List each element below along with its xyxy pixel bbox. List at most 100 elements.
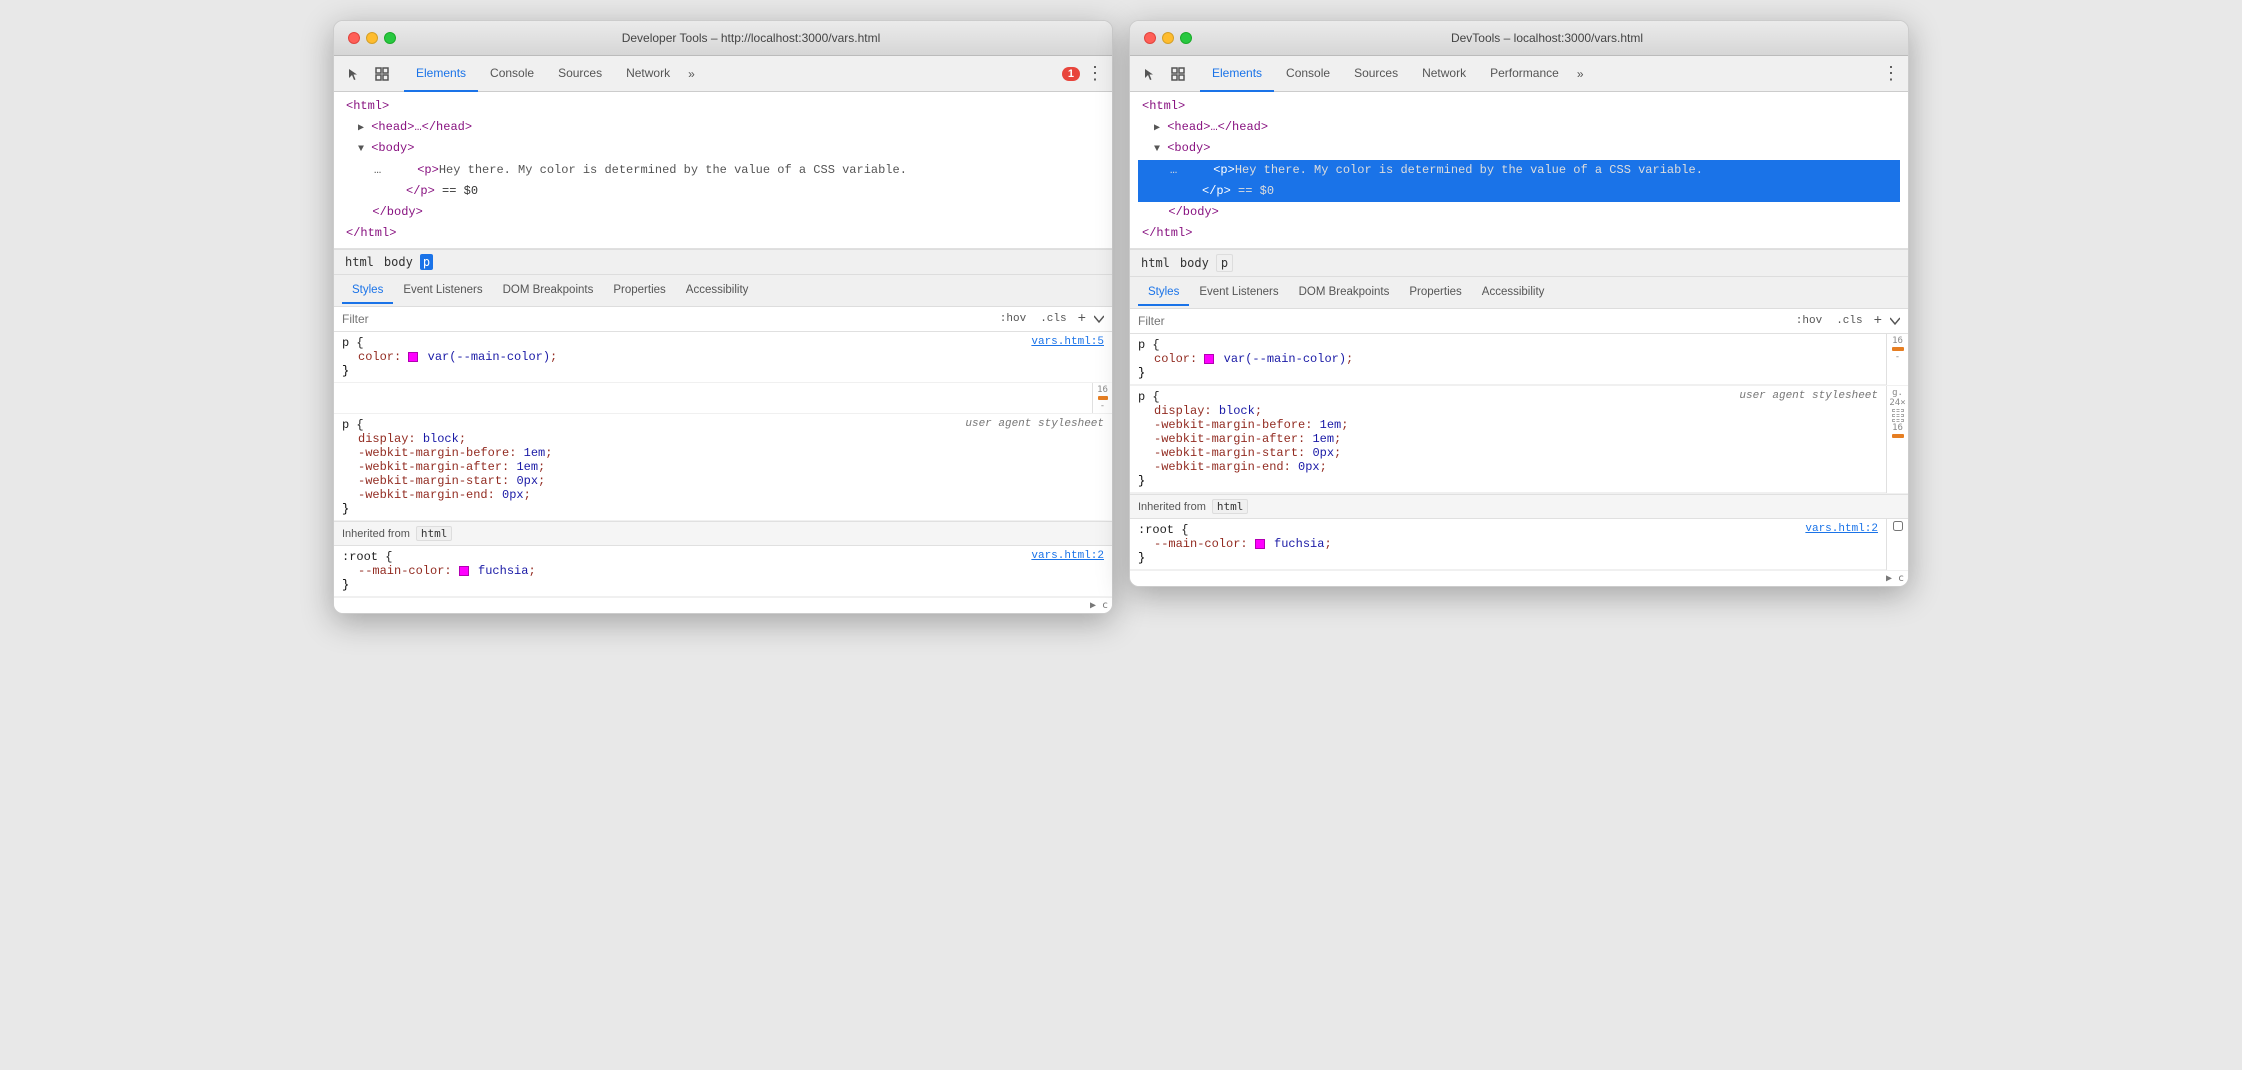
cursor-icon-2[interactable] [1138, 62, 1162, 86]
rule-2-prop-display-w2[interactable]: display: block; [1154, 404, 1756, 418]
rule-2-prop-margin-after[interactable]: -webkit-margin-after: 1em; [358, 460, 982, 474]
sub-tab-properties-2[interactable]: Properties [1399, 280, 1471, 306]
hov-button-2[interactable]: :hov [1793, 314, 1825, 328]
breadcrumb-html-1[interactable]: html [342, 254, 377, 270]
dom-line-head-2[interactable]: ▶ <head>…</head> [1138, 117, 1900, 138]
sub-tab-accessibility-1[interactable]: Accessibility [676, 278, 759, 304]
rule-2-prop-mb-w2[interactable]: -webkit-margin-before: 1em; [1154, 418, 1756, 432]
minimize-button-2[interactable] [1162, 32, 1174, 44]
rule-1-source[interactable]: vars.html:5 [1031, 336, 1104, 348]
hov-button-1[interactable]: :hov [997, 312, 1029, 326]
rule-2-prop-margin-before[interactable]: -webkit-margin-before: 1em; [358, 446, 982, 460]
dom-line-html-1[interactable]: <html> [342, 96, 1104, 117]
rule-2-prop-margin-end[interactable]: -webkit-margin-end: 0px; [358, 488, 982, 502]
rule-1-prop-color[interactable]: color: var(--main-color); [358, 350, 1032, 364]
dom-line-head-1[interactable]: ▶ <head>…</head> [342, 117, 1104, 138]
tab-more-1[interactable]: » [682, 59, 701, 89]
tab-sources-1[interactable]: Sources [546, 56, 614, 92]
sub-tab-dom-breakpoints-1[interactable]: DOM Breakpoints [493, 278, 604, 304]
dom-line-ellipsis-1[interactable]: … <p>Hey there. My color is determined b… [342, 160, 1104, 181]
root-source-2[interactable]: vars.html:2 [1805, 523, 1878, 535]
rule-2-prop-display[interactable]: display: block; [358, 432, 982, 446]
dom-line-body-2[interactable]: ▼ <body> [1138, 138, 1900, 159]
tab-elements-1[interactable]: Elements [404, 56, 478, 92]
sub-tab-styles-2[interactable]: Styles [1138, 280, 1189, 306]
breadcrumb-body-2[interactable]: body [1177, 255, 1212, 271]
tab-elements-2[interactable]: Elements [1200, 56, 1274, 92]
dom-line-p-end-2[interactable]: </p> == $0 [1138, 181, 1900, 202]
body-tag-2: <body> [1167, 141, 1210, 155]
menu-dots-1[interactable]: ⋮ [1086, 63, 1104, 84]
dom-line-html-close-1[interactable]: </html> [342, 223, 1104, 244]
rule-2-prop-ms-w2[interactable]: -webkit-margin-start: 0px; [1154, 446, 1756, 460]
root-prop-main-color-1[interactable]: --main-color: fuchsia; [358, 564, 1032, 578]
tab-console-1[interactable]: Console [478, 56, 546, 92]
maximize-button-2[interactable] [1180, 32, 1192, 44]
color-swatch-root-2[interactable] [1255, 539, 1265, 549]
rule-2-selector[interactable]: p { [342, 418, 982, 432]
rule-2-selector-w2[interactable]: p { [1138, 390, 1756, 404]
tab-console-2[interactable]: Console [1274, 56, 1342, 92]
sub-tab-styles-1[interactable]: Styles [342, 278, 393, 304]
inspector-icon[interactable] [370, 62, 394, 86]
dom-line-html-close-2[interactable]: </html> [1138, 223, 1900, 244]
inherited-from-2: Inherited from html [1130, 494, 1908, 519]
minimize-button-1[interactable] [366, 32, 378, 44]
root-selector-2[interactable]: :root { [1138, 523, 1806, 537]
rule-1-selector[interactable]: p { [342, 336, 1032, 350]
root-checkbox-w2[interactable] [1893, 521, 1903, 531]
breadcrumb-html-2[interactable]: html [1138, 255, 1173, 271]
triangle-body-2[interactable]: ▼ [1154, 144, 1160, 155]
filter-input-1[interactable] [342, 312, 989, 326]
maximize-button-1[interactable] [384, 32, 396, 44]
tab-sources-2[interactable]: Sources [1342, 56, 1410, 92]
rule-2-prop-ma-w2[interactable]: -webkit-margin-after: 1em; [1154, 432, 1756, 446]
dom-line-body-close-2[interactable]: </body> [1138, 202, 1900, 223]
sub-tab-accessibility-2[interactable]: Accessibility [1472, 280, 1555, 306]
cls-button-2[interactable]: .cls [1833, 314, 1865, 328]
dom-line-p-end-1[interactable]: </p> == $0 [342, 181, 1104, 202]
triangle-head-2[interactable]: ▶ [1154, 123, 1160, 134]
filter-input-2[interactable] [1138, 314, 1785, 328]
close-button-2[interactable] [1144, 32, 1156, 44]
tab-performance-2[interactable]: Performance [1478, 56, 1571, 92]
dom-line-p-selected-2[interactable]: … <p>Hey there. My color is determined b… [1138, 160, 1900, 181]
rule-2-prop-me-w2[interactable]: -webkit-margin-end: 0px; [1154, 460, 1756, 474]
tab-more-2[interactable]: » [1571, 59, 1590, 89]
cls-button-1[interactable]: .cls [1037, 312, 1069, 326]
root-selector-1[interactable]: :root { [342, 550, 1032, 564]
breadcrumb-body-1[interactable]: body [381, 254, 416, 270]
color-swatch-1-w2[interactable] [1204, 354, 1214, 364]
toolbar-icons-1 [342, 62, 394, 86]
sub-tab-event-listeners-2[interactable]: Event Listeners [1189, 280, 1288, 306]
sub-tab-properties-1[interactable]: Properties [603, 278, 675, 304]
add-rule-button-1[interactable]: + [1078, 311, 1086, 327]
triangle-body-1[interactable]: ▼ [358, 144, 364, 155]
tab-network-1[interactable]: Network [614, 56, 682, 92]
root-source-1[interactable]: vars.html:2 [1031, 550, 1104, 562]
inherited-tag-1[interactable]: html [416, 526, 453, 541]
sub-tab-event-listeners-1[interactable]: Event Listeners [393, 278, 492, 304]
inspector-icon-2[interactable] [1166, 62, 1190, 86]
rule-1-selector-w2[interactable]: p { [1138, 338, 1878, 352]
close-button-1[interactable] [348, 32, 360, 44]
rule-2-prop-margin-start[interactable]: -webkit-margin-start: 0px; [358, 474, 982, 488]
color-swatch-1[interactable] [408, 352, 418, 362]
breadcrumb-p-1[interactable]: p [420, 254, 433, 270]
add-rule-button-2[interactable]: + [1874, 313, 1882, 329]
dom-line-body-1[interactable]: ▼ <body> [342, 138, 1104, 159]
sub-tab-dom-breakpoints-2[interactable]: DOM Breakpoints [1289, 280, 1400, 306]
rule-1-prop-color-w2[interactable]: color: var(--main-color); [1154, 352, 1878, 366]
root-prop-main-color-2[interactable]: --main-color: fuchsia; [1154, 537, 1806, 551]
triangle-head-1[interactable]: ▶ [358, 123, 364, 134]
indicator-bar-orange-1a [1098, 396, 1108, 400]
dom-line-body-close-1[interactable]: </body> [342, 202, 1104, 223]
breadcrumb-p-2[interactable]: p [1216, 254, 1233, 272]
cursor-icon[interactable] [342, 62, 366, 86]
devtools-window-1: Developer Tools – http://localhost:3000/… [333, 20, 1113, 614]
color-swatch-root-1[interactable] [459, 566, 469, 576]
menu-dots-2[interactable]: ⋮ [1882, 63, 1900, 84]
dom-line-html-2[interactable]: <html> [1138, 96, 1900, 117]
inherited-tag-2[interactable]: html [1212, 499, 1249, 514]
tab-network-2[interactable]: Network [1410, 56, 1478, 92]
